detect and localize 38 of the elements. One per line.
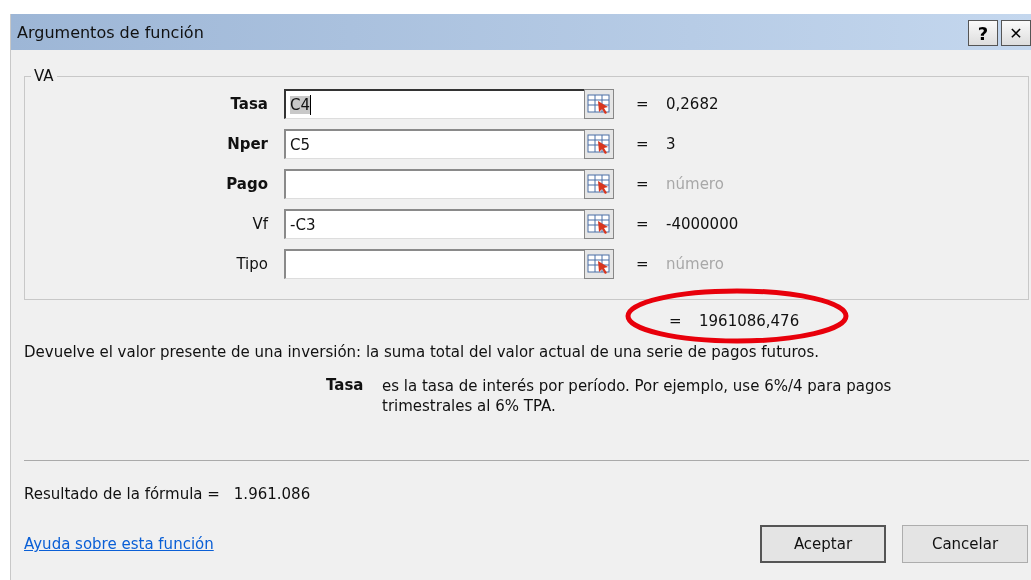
equals-sign: = (669, 312, 683, 332)
function-result: 1961086,476 (699, 312, 800, 332)
argument-name: Tasa (326, 376, 365, 396)
range-select-icon[interactable] (584, 249, 614, 279)
argument-field[interactable]: C4 (284, 89, 584, 119)
argument-label: Tasa (229, 95, 269, 113)
range-select-icon[interactable] (584, 129, 614, 159)
equals-sign: = (636, 215, 650, 233)
argument-result: 0,2682 (666, 95, 719, 113)
argument-result: número (666, 255, 724, 273)
equals-sign: = (636, 135, 650, 153)
range-select-icon[interactable] (584, 209, 614, 239)
argument-field[interactable] (284, 249, 584, 279)
equals-sign: = (636, 255, 650, 273)
argument-field[interactable]: C5 (284, 129, 584, 159)
close-button[interactable]: ✕ (1001, 20, 1031, 46)
argument-result: número (666, 175, 724, 193)
window-title: Argumentos de función (17, 22, 204, 42)
help-button[interactable]: ? (968, 20, 998, 46)
formula-result-label: Resultado de la fórmula = (24, 485, 220, 503)
argument-label: Vf (251, 215, 270, 233)
range-select-icon[interactable] (584, 169, 614, 199)
argument-field[interactable]: -C3 (284, 209, 584, 239)
argument-description: es la tasa de interés por período. Por ejemplo, use 6%/4 para pagos trimestrales al 6% TPA. (382, 376, 893, 416)
help-link[interactable]: Ayuda sobre esta función (24, 535, 214, 553)
argument-field[interactable] (284, 169, 584, 199)
argument-label: Pago (225, 175, 269, 193)
range-select-icon[interactable] (584, 89, 614, 119)
equals-sign: = (636, 175, 650, 193)
argument-label: Tipo (235, 255, 269, 273)
function-description: Devuelve el valor presente de una inversión: la suma total del valor actual de una serie de pagos futuros. (24, 343, 821, 361)
argument-result: -4000000 (666, 215, 739, 233)
formula-result-value: 1.961.086 (233, 485, 311, 503)
equals-sign: = (636, 95, 650, 113)
ok-button[interactable]: Aceptar (760, 525, 886, 563)
argument-result: 3 (666, 135, 676, 153)
cancel-button[interactable]: Cancelar (902, 525, 1028, 563)
argument-label: Nper (226, 135, 269, 153)
